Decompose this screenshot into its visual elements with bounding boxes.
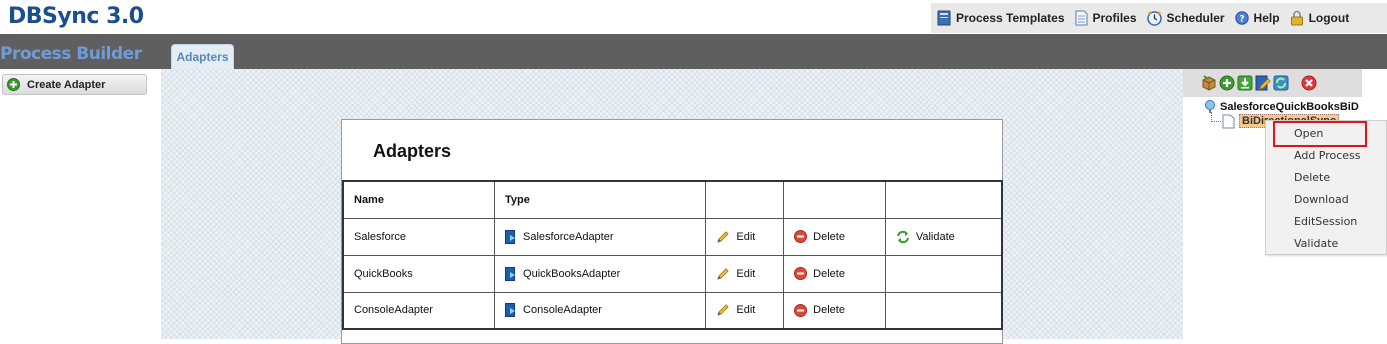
- download-button[interactable]: [1237, 75, 1253, 91]
- document-icon: [1222, 114, 1235, 129]
- column-header-edit: [705, 180, 785, 219]
- edit-label: Edit: [736, 304, 756, 317]
- tree-connector: [1211, 112, 1221, 122]
- nav-label: Logout: [1308, 11, 1350, 25]
- delete-icon: [794, 230, 808, 243]
- book-icon: [937, 10, 951, 26]
- package-icon: [1202, 75, 1216, 91]
- package-button[interactable]: [1201, 75, 1217, 91]
- pencil-icon: [717, 230, 730, 243]
- top-nav: Process Templates Profiles Scheduler ? H…: [931, 3, 1387, 33]
- nav-profiles[interactable]: Profiles: [1075, 10, 1137, 26]
- document-icon: [1075, 10, 1087, 26]
- delete-icon: [794, 303, 808, 317]
- edit-session-icon: [1255, 75, 1271, 91]
- create-adapter-label: Create Adapter: [27, 78, 106, 91]
- menu-item-validate[interactable]: Validate: [1266, 233, 1386, 255]
- menu-item-delete[interactable]: Delete: [1266, 167, 1386, 189]
- pencil-icon: [717, 267, 730, 280]
- adapters-table: Name Type Salesforce SalesforceAdapter E…: [342, 180, 1003, 330]
- nav-label: Help: [1253, 11, 1280, 25]
- delete-icon: [794, 267, 808, 280]
- close-icon: [1301, 75, 1317, 91]
- download-icon: [1237, 75, 1253, 91]
- section-title: Process Builder: [0, 44, 142, 64]
- svg-text:?: ?: [1239, 15, 1244, 25]
- tree-root-node[interactable]: SalesforceQuickBooksBiD: [1204, 100, 1359, 114]
- column-header-name: Name: [342, 180, 496, 219]
- adapter-type: SalesforceAdapter: [523, 230, 614, 243]
- help-icon: ?: [1234, 11, 1249, 25]
- column-header-delete: [783, 180, 886, 219]
- adapter-type-icon: [505, 266, 516, 281]
- close-button[interactable]: [1301, 75, 1317, 91]
- tab-adapters[interactable]: Adapters: [171, 44, 234, 69]
- adapters-panel: Adapters Name Type Salesforce Salesforce…: [341, 119, 1003, 344]
- pencil-icon: [717, 304, 730, 317]
- validate-label: Validate: [915, 230, 955, 243]
- add-process-button[interactable]: [1219, 75, 1235, 91]
- table-row: ConsoleAdapter ConsoleAdapter Edit Delet…: [342, 291, 1003, 330]
- highlight-box: [1273, 121, 1367, 147]
- delete-button[interactable]: Delete: [794, 303, 885, 317]
- edit-button[interactable]: Edit: [716, 303, 783, 317]
- edit-button[interactable]: Edit: [716, 230, 783, 244]
- lock-icon: [1290, 10, 1303, 26]
- refresh-icon: [1273, 75, 1289, 91]
- process-toolbar: [1183, 69, 1362, 97]
- validate-cell: [884, 254, 1003, 293]
- app-title: DBSync 3.0: [8, 4, 144, 29]
- validate-icon: [896, 230, 909, 243]
- nav-scheduler[interactable]: Scheduler: [1146, 10, 1225, 26]
- delete-button[interactable]: Delete: [794, 230, 885, 243]
- delete-label: Delete: [813, 304, 845, 317]
- create-adapter-button[interactable]: Create Adapter: [2, 74, 147, 95]
- clock-icon: [1146, 10, 1162, 26]
- edit-session-button[interactable]: [1255, 75, 1271, 91]
- add-icon: [1219, 75, 1235, 91]
- delete-button[interactable]: Delete: [794, 267, 885, 280]
- table-header-row: Name Type: [342, 180, 1003, 219]
- menu-item-download[interactable]: Download: [1266, 189, 1386, 211]
- nav-label: Profiles: [1092, 11, 1137, 25]
- table-row: QuickBooks QuickBooksAdapter Edit Delete: [342, 254, 1003, 293]
- adapter-type: ConsoleAdapter: [523, 304, 602, 317]
- edit-button[interactable]: Edit: [716, 267, 783, 281]
- nav-label: Process Templates: [956, 11, 1065, 25]
- menu-item-edit-session[interactable]: EditSession: [1266, 211, 1386, 233]
- edit-label: Edit: [736, 230, 756, 243]
- nav-logout[interactable]: Logout: [1290, 10, 1350, 26]
- edit-label: Edit: [736, 267, 756, 280]
- column-header-type: Type: [494, 180, 707, 219]
- validate-cell: [884, 291, 1003, 330]
- adapter-name: QuickBooks: [342, 254, 496, 293]
- adapter-type: QuickBooksAdapter: [523, 267, 621, 280]
- tree-root-label: SalesforceQuickBooksBiD: [1220, 101, 1359, 113]
- nav-help[interactable]: ? Help: [1234, 11, 1280, 25]
- column-header-validate: [884, 180, 1003, 219]
- refresh-button[interactable]: [1273, 75, 1289, 91]
- nav-process-templates[interactable]: Process Templates: [937, 10, 1065, 26]
- delete-label: Delete: [813, 230, 845, 243]
- adapter-type-icon: [505, 303, 516, 318]
- adapter-type-icon: [505, 229, 516, 244]
- menu-item-add-process[interactable]: Add Process: [1266, 145, 1386, 167]
- adapters-heading: Adapters: [373, 141, 452, 161]
- add-icon: [7, 78, 20, 91]
- adapter-name: Salesforce: [342, 217, 496, 256]
- adapter-name: ConsoleAdapter: [342, 291, 496, 330]
- validate-button[interactable]: Validate: [896, 230, 1001, 244]
- nav-label: Scheduler: [1166, 11, 1225, 25]
- delete-label: Delete: [813, 267, 845, 280]
- table-row: Salesforce SalesforceAdapter Edit Delete…: [342, 217, 1003, 256]
